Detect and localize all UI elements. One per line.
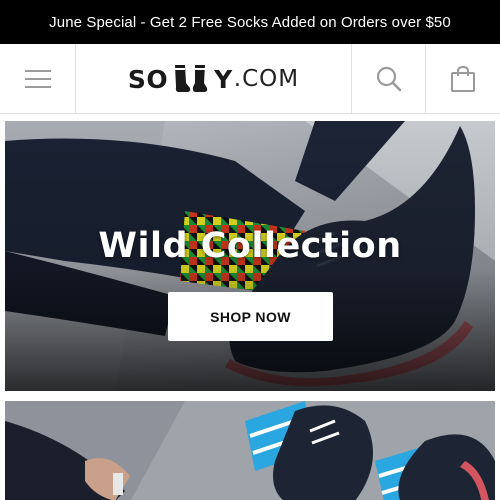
logo-text-suffix: Y [214, 64, 233, 94]
shop-now-button[interactable]: SHOP NOW [168, 292, 333, 341]
logo-domain: .COM [233, 66, 300, 92]
search-button[interactable] [351, 44, 426, 114]
site-logo[interactable]: SO Y .COM [128, 59, 299, 99]
logo-text-prefix: SO [127, 64, 169, 94]
shopping-bag-icon[interactable] [450, 65, 476, 93]
cart-button[interactable] [426, 44, 500, 114]
menu-button[interactable] [0, 44, 76, 114]
hero-banner-secondary[interactable] [5, 401, 495, 500]
hamburger-menu-icon[interactable] [24, 68, 51, 90]
promo-banner-text: June Special - Get 2 Free Socks Added on… [49, 13, 451, 31]
search-icon[interactable] [375, 65, 403, 93]
sock-logo-icon [175, 65, 208, 92]
logo-container[interactable]: SO Y .COM [76, 44, 351, 114]
hero-title: Wild Collection [98, 226, 402, 266]
promo-banner: June Special - Get 2 Free Socks Added on… [0, 0, 500, 44]
site-header: SO Y .COM [0, 44, 500, 114]
hero-photo-shoes-blue-socks [5, 401, 495, 500]
